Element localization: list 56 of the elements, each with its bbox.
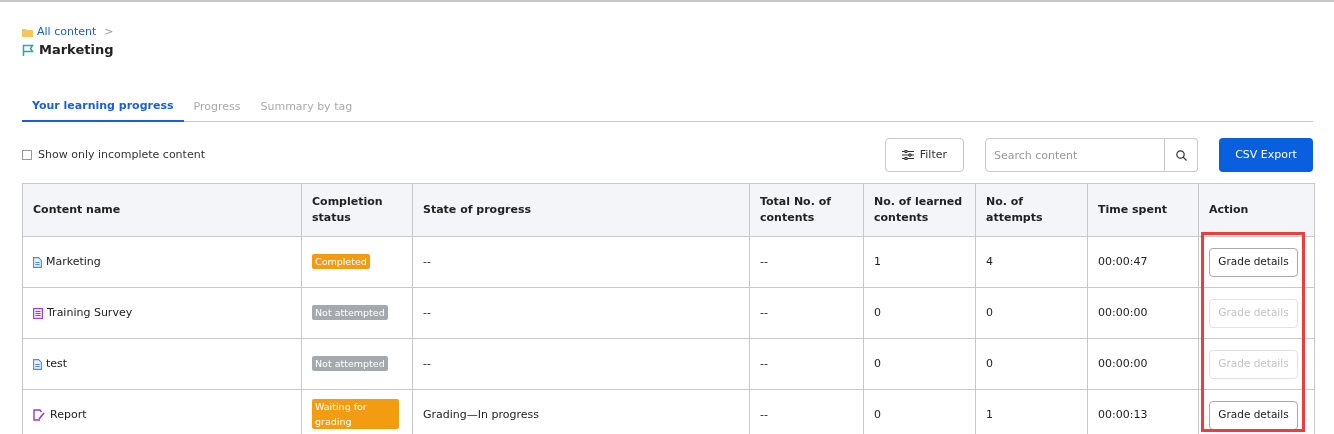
flag-icon <box>22 43 34 57</box>
column-header: Content name <box>33 203 121 216</box>
progress-state: -- <box>423 254 431 268</box>
column-header: Completion status <box>312 195 383 224</box>
column-header: Action <box>1209 203 1249 216</box>
table-cell: 1 <box>874 254 881 268</box>
tab[interactable]: Your learning progress <box>22 92 184 122</box>
table-cell: -- <box>760 305 768 319</box>
status-badge: Not attempted <box>312 355 388 371</box>
progress-state: -- <box>423 356 431 370</box>
table-cell: 0 <box>874 356 881 370</box>
table-cell: 4 <box>986 254 993 268</box>
column-header: State of progress <box>423 203 532 216</box>
document-icon <box>33 358 42 370</box>
column-header: No. of attempts <box>986 195 1043 224</box>
content-name: Report <box>50 406 87 423</box>
breadcrumb-separator: > <box>104 23 114 40</box>
csv-export-button[interactable]: CSV Export <box>1219 138 1313 172</box>
content-name: test <box>46 355 68 372</box>
grade-details-button[interactable]: Grade details <box>1209 247 1298 277</box>
column-header: Time spent <box>1098 203 1167 216</box>
time-spent: 00:00:47 <box>1098 254 1148 268</box>
search-button[interactable] <box>1165 138 1198 172</box>
pen-document-icon <box>33 409 46 421</box>
table-cell: 1 <box>986 407 993 421</box>
content-name: Marketing <box>46 253 101 270</box>
list-icon <box>33 307 43 319</box>
time-spent: 00:00:00 <box>1098 305 1148 319</box>
sliders-icon <box>901 150 914 160</box>
table-cell: -- <box>760 254 768 268</box>
search-icon <box>1175 149 1187 161</box>
table-cell: 0 <box>986 356 993 370</box>
filter-button[interactable]: Filter <box>884 138 964 172</box>
content-name: Training Survey <box>47 304 133 321</box>
checkbox[interactable] <box>22 150 32 160</box>
table-cell: 0 <box>874 305 881 319</box>
progress-state: Grading—In progress <box>423 407 539 421</box>
document-icon <box>33 256 42 268</box>
checkbox-label: Show only incomplete content <box>38 146 205 163</box>
column-header: Total No. of contents <box>760 195 831 224</box>
page-title: Marketing <box>39 41 114 60</box>
column-header: No. of learned contents <box>874 195 963 224</box>
progress-state: -- <box>423 305 431 319</box>
breadcrumb-link[interactable]: All content <box>37 23 97 41</box>
status-badge: Waiting for grading <box>312 399 399 430</box>
status-badge: Not attempted <box>312 304 388 320</box>
folder-icon <box>22 27 33 37</box>
table-cell: -- <box>760 407 768 421</box>
table-cell: -- <box>760 356 768 370</box>
time-spent: 00:00:13 <box>1098 407 1148 421</box>
time-spent: 00:00:00 <box>1098 356 1148 370</box>
table-cell: 0 <box>986 305 993 319</box>
search-field[interactable]: Search content <box>985 138 1165 172</box>
grade-details-button[interactable]: Grade details <box>1209 400 1298 430</box>
status-badge: Completed <box>312 253 370 269</box>
table-cell: 0 <box>874 407 881 421</box>
